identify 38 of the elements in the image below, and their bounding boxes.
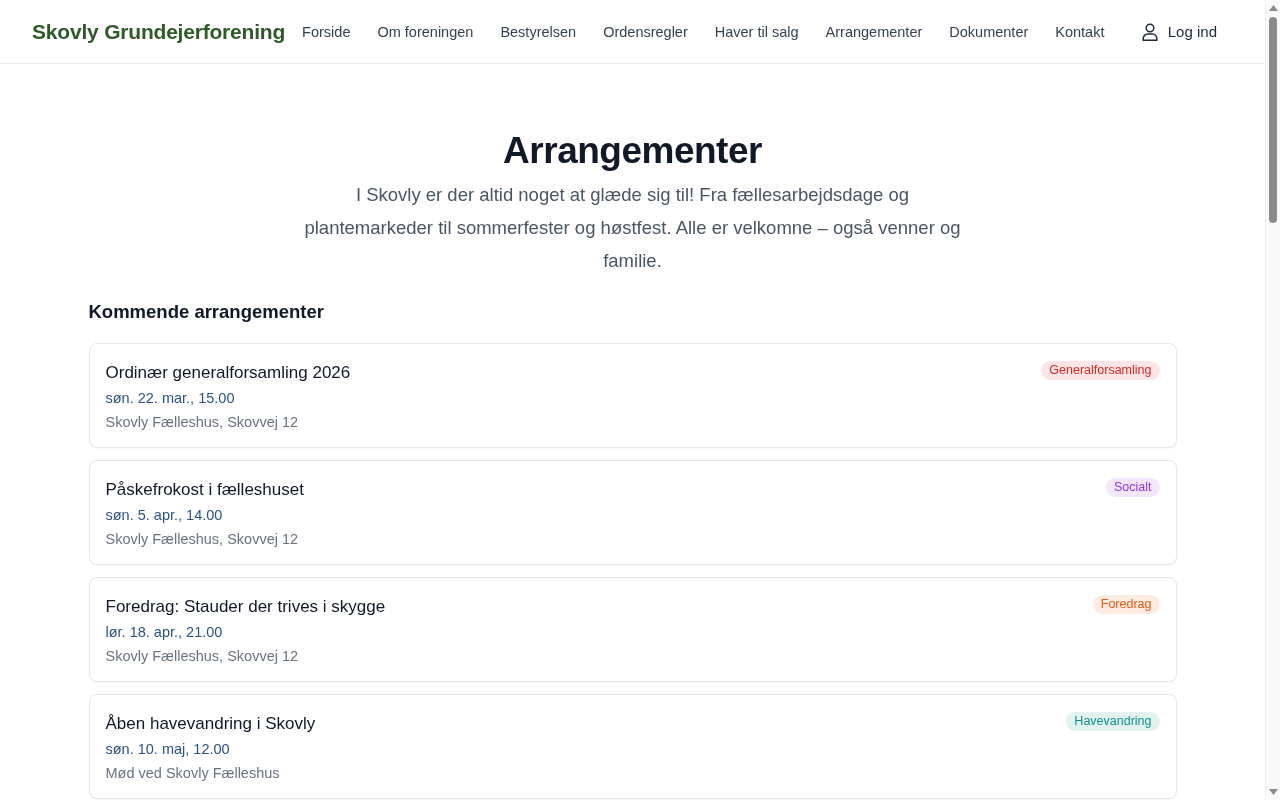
category-tag: Generalforsamling	[1041, 361, 1160, 380]
section-heading: Kommende arrangementer	[88, 300, 325, 324]
nav-link[interactable]: Forside	[302, 23, 351, 40]
event-location: Mød ved Skovly Fælleshus	[105, 764, 281, 783]
event-date: søn. 5. apr., 14.00	[105, 506, 224, 525]
event-card[interactable]: Åben havevandring i Skovly søn. 10. maj, 12.00 Mød ved Skovly Fælleshus Havevandring	[88, 694, 1177, 799]
scrollbar-thumb[interactable]	[1269, 17, 1277, 223]
event-card[interactable]: Foredrag: Stauder der trives i skygge lør. 18. apr., 21.00 Skovly Fælleshus, Skovvej 12 Foredrag	[88, 577, 1177, 682]
nav-link[interactable]: Om foreningen	[377, 23, 474, 40]
event-title: Foredrag: Stauder der trives i skygge	[105, 596, 386, 618]
category-tag: Foredrag	[1092, 595, 1160, 614]
event-date: lør. 18. apr., 21.00	[105, 623, 224, 642]
page-title: Arrangementer	[503, 129, 762, 173]
site-logo[interactable]: Skovly Grundejerforening	[32, 19, 286, 44]
nav-link[interactable]: Ordensregler	[603, 23, 688, 40]
nav-link[interactable]: Dokumenter	[949, 23, 1029, 40]
event-location: Skovly Fælleshus, Skovvej 12	[105, 647, 300, 666]
event-title: Ordinær generalforsamling 2026	[105, 362, 351, 384]
scrollbar[interactable]	[1265, 0, 1280, 800]
event-card[interactable]: Ordinær generalforsamling 2026 søn. 22. mar., 15.00 Skovly Fælleshus, Skovvej 12 Generalforsamling	[88, 343, 1177, 448]
intro-text: I Skovly er der altid noget at glæde sig til! Fra fællesarbejdsdage og plantemarkeder til sommerfester og høstfest. Alle er velkomne – også venner og familie.	[303, 183, 962, 273]
event-location: Skovly Fælleshus, Skovvej 12	[105, 413, 300, 432]
category-tag: Havevandring	[1066, 712, 1160, 731]
user-icon	[1141, 22, 1158, 41]
nav-link[interactable]: Arrangementer	[825, 23, 923, 40]
scroll-up-arrow-icon[interactable]	[1268, 5, 1278, 11]
nav-link[interactable]: Haver til salg	[714, 23, 799, 40]
nav-link[interactable]: Kontakt	[1055, 23, 1105, 40]
category-tag: Socialt	[1105, 478, 1160, 497]
scroll-down-arrow-icon[interactable]	[1268, 789, 1278, 795]
event-title: Påskefrokost i fælleshuset	[105, 479, 304, 501]
event-title: Åben havevandring i Skovly	[105, 713, 316, 735]
nav-link[interactable]: Bestyrelsen	[500, 23, 577, 40]
event-location: Skovly Fælleshus, Skovvej 12	[105, 530, 300, 549]
event-date: søn. 22. mar., 15.00	[105, 389, 236, 408]
login-link[interactable]: Log ind	[1141, 22, 1217, 41]
event-date: søn. 10. maj, 12.00	[105, 740, 231, 759]
event-card[interactable]: Påskefrokost i fælleshuset søn. 5. apr., 14.00 Skovly Fælleshus, Skovvej 12 Socialt	[88, 460, 1177, 565]
